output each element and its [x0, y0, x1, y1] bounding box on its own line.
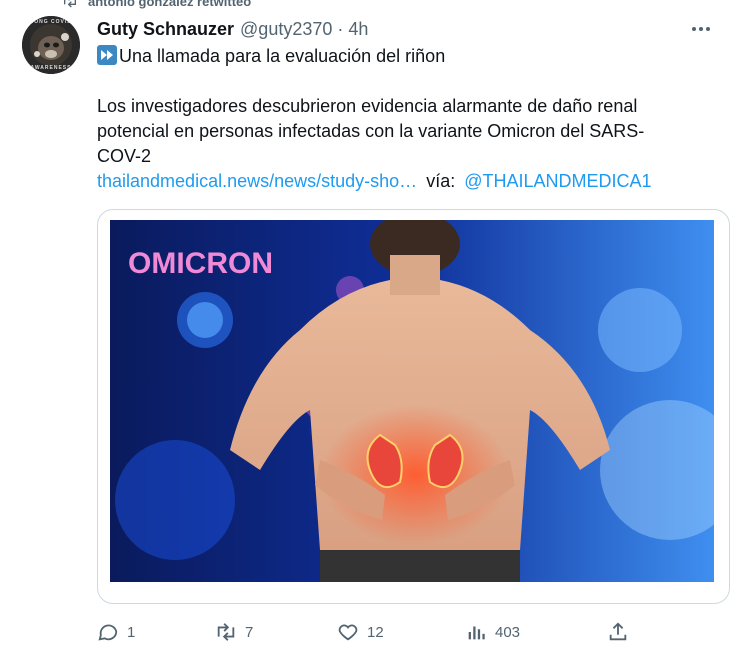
tweet-header: Guty Schnauzer @guty2370 · 4h: [97, 16, 724, 42]
avatar[interactable]: LONG COVID AWARENESS: [22, 16, 80, 74]
tweet-headline: Una llamada para la evaluación del riñon: [119, 46, 446, 66]
tweet-text: Una llamada para la evaluación del riñon…: [97, 44, 717, 194]
retweet-icon: [64, 0, 76, 8]
author-handle[interactable]: @guty2370: [240, 19, 332, 40]
tweet-media-card[interactable]: OMICRON: [97, 209, 730, 604]
avatar-text-bottom: AWARENESS: [30, 65, 72, 71]
retweet-count: 7: [245, 623, 254, 641]
tweet-headline-line: Una llamada para la evaluación del riñon: [97, 44, 717, 69]
like-count: 12: [367, 623, 384, 641]
like-button[interactable]: 12: [337, 621, 384, 643]
share-button[interactable]: [607, 621, 629, 643]
reply-count: 1: [127, 623, 136, 641]
more-icon: [692, 27, 710, 31]
avatar-text-top: LONG COVID: [30, 19, 72, 25]
author-name[interactable]: Guty Schnauzer: [97, 19, 234, 40]
tweet-actions: 1 7 12 403: [97, 618, 637, 646]
via-label: vía:: [426, 171, 456, 191]
tweet-body-line-1: Los investigadores descubrieron evidenci…: [97, 96, 638, 116]
tweet-body-line-3: COV-2: [97, 146, 152, 166]
via-mention-link[interactable]: @THAILANDMEDICA1: [464, 171, 651, 191]
fast-forward-emoji-icon: [97, 45, 117, 65]
tweet-media-image[interactable]: OMICRON: [110, 220, 714, 582]
retweet-context-label: antonio gonzalez retwitteó: [88, 0, 252, 9]
image-overlay-text: OMICRON: [128, 247, 273, 280]
separator-dot: ·: [337, 18, 344, 39]
views-icon: [468, 626, 485, 640]
views-button[interactable]: 403: [465, 621, 520, 643]
more-button[interactable]: [688, 16, 714, 42]
heart-icon: [338, 624, 358, 641]
reply-button[interactable]: 1: [97, 621, 135, 643]
reply-icon: [98, 624, 118, 641]
tweet-body-line-2: potencial en personas infectadas con la …: [97, 121, 645, 141]
share-icon: [609, 622, 627, 641]
tweet-time[interactable]: 4h: [348, 19, 368, 40]
tweet-link-line: thailandmedical.news/news/study-sho… vía…: [97, 169, 717, 194]
view-count: 403: [495, 623, 521, 641]
article-link[interactable]: thailandmedical.news/news/study-sho…: [97, 171, 417, 191]
retweet-context[interactable]: antonio gonzalez retwitteó: [62, 0, 251, 10]
retweet-button[interactable]: 7: [215, 621, 253, 643]
retweet-icon: [217, 623, 235, 641]
